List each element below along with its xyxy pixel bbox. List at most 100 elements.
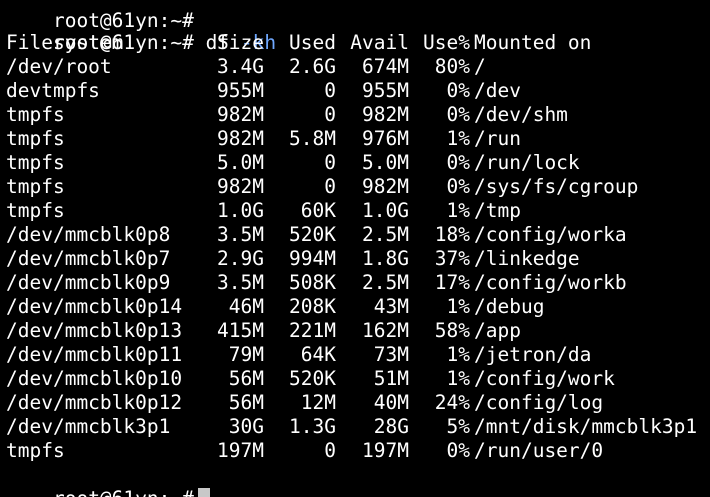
cell-size: 1.0G: [217, 199, 264, 222]
cell-used: 508K: [289, 271, 336, 294]
cell-filesystem: /dev/mmcblk0p9: [6, 271, 171, 294]
cell-filesystem: devtmpfs: [6, 79, 100, 102]
cell-used: 0: [324, 151, 336, 174]
cell-use-percent: 58%: [434, 319, 470, 342]
cell-filesystem: tmpfs: [6, 175, 65, 198]
cell-use-percent: 1%: [446, 127, 470, 150]
cell-filesystem: tmpfs: [6, 127, 65, 150]
cell-mounted-on: /mnt/disk/mmcblk3p1: [474, 415, 698, 438]
cell-size: 56M: [228, 391, 264, 414]
cell-avail: 1.8G: [362, 247, 409, 270]
cell-use-percent: 0%: [446, 79, 470, 102]
cell-avail: 28G: [373, 415, 409, 438]
cell-used: 5.8M: [289, 127, 336, 150]
cell-avail: 197M: [362, 439, 409, 462]
cell-used: 0: [324, 103, 336, 126]
cell-size: 3.5M: [217, 271, 264, 294]
cell-use-percent: 1%: [446, 199, 470, 222]
table-row: /dev/mmcblk0p14 46M 208K 43M 1%/debug: [6, 295, 706, 319]
table-row: /dev/mmcblk0p10 56M 520K 51M 1%/config/work: [6, 367, 706, 391]
cell-size: 3.4G: [217, 55, 264, 78]
header-mounted-on: Mounted on: [474, 31, 592, 54]
cell-avail: 955M: [362, 79, 409, 102]
cell-avail: 43M: [373, 295, 409, 318]
cell-size: 197M: [217, 439, 264, 462]
active-prompt-line[interactable]: root@61yn:~#: [6, 463, 210, 497]
cell-avail: 2.5M: [362, 223, 409, 246]
table-row: /dev/mmcblk0p7 2.9G 994M 1.8G 37%/linkedge: [6, 247, 706, 271]
cell-use-percent: 18%: [434, 223, 470, 246]
table-row: tmpfs 982M 0 982M 0%/dev/shm: [6, 103, 706, 127]
cell-used: 0: [324, 79, 336, 102]
cell-use-percent: 0%: [446, 151, 470, 174]
command-line: root@61yn:~# df -kh: [6, 7, 276, 54]
cell-filesystem: /dev/mmcblk0p12: [6, 391, 183, 414]
cell-size: 56M: [228, 367, 264, 390]
cell-mounted-on: /linkedge: [474, 247, 580, 270]
cell-used: 994M: [289, 247, 336, 270]
table-row: tmpfs 982M 5.8M 976M 1%/run: [6, 127, 706, 151]
cell-filesystem: tmpfs: [6, 151, 65, 174]
cell-filesystem: tmpfs: [6, 103, 65, 126]
table-row: tmpfs 197M 0 197M 0%/run/user/0: [6, 439, 706, 463]
table-header: Filesystem Size Used Avail Use% Mounted …: [6, 31, 706, 55]
cell-used: 520K: [289, 367, 336, 390]
cell-size: 955M: [217, 79, 264, 102]
cell-use-percent: 24%: [434, 391, 470, 414]
cell-size: 982M: [217, 103, 264, 126]
cell-use-percent: 1%: [446, 343, 470, 366]
header-avail: Avail: [350, 31, 409, 54]
table-row: /dev/mmcblk0p8 3.5M 520K 2.5M 18%/config/wor…: [6, 223, 706, 247]
table-row: tmpfs 5.0M 0 5.0M 0%/run/lock: [6, 151, 706, 175]
cell-mounted-on: /config/log: [474, 391, 604, 414]
cell-use-percent: 17%: [434, 271, 470, 294]
table-row: /dev/mmcblk0p11 79M 64K 73M 1%/jetron/da: [6, 343, 706, 367]
cell-use-percent: 0%: [446, 103, 470, 126]
table-row: /dev/mmcblk3p1 30G 1.3G 28G 5%/mnt/disk/mmcb…: [6, 415, 706, 439]
cell-avail: 674M: [362, 55, 409, 78]
cell-mounted-on: /run/lock: [474, 151, 580, 174]
cell-size: 3.5M: [217, 223, 264, 246]
cell-size: 30G: [228, 415, 264, 438]
shell-prompt: root@61yn:~#: [53, 487, 194, 497]
cell-filesystem: /dev/mmcblk0p13: [6, 319, 183, 342]
cell-size: 982M: [217, 175, 264, 198]
cell-avail: 982M: [362, 103, 409, 126]
cell-mounted-on: /run: [474, 127, 521, 150]
header-use-percent: Use%: [423, 31, 470, 54]
cell-avail: 982M: [362, 175, 409, 198]
cell-mounted-on: /config/work: [474, 367, 615, 390]
header-used: Used: [289, 31, 336, 54]
cell-filesystem: /dev/mmcblk0p8: [6, 223, 171, 246]
cell-used: 1.3G: [289, 415, 336, 438]
cell-use-percent: 5%: [446, 415, 470, 438]
table-row: /dev/mmcblk0p13 415M 221M 162M 58%/app: [6, 319, 706, 343]
cell-use-percent: 1%: [446, 295, 470, 318]
cell-avail: 976M: [362, 127, 409, 150]
cell-size: 982M: [217, 127, 264, 150]
header-filesystem: Filesystem: [6, 31, 124, 54]
cell-used: 520K: [289, 223, 336, 246]
cell-mounted-on: /: [474, 55, 486, 78]
cell-mounted-on: /app: [474, 319, 521, 342]
cell-used: 221M: [289, 319, 336, 342]
table-row: /dev/mmcblk0p12 56M 12M 40M 24%/config/log: [6, 391, 706, 415]
cell-use-percent: 0%: [446, 175, 470, 198]
cell-mounted-on: /debug: [474, 295, 545, 318]
terminal-window[interactable]: root@61yn:~# root@61yn:~# df -kh Filesys…: [0, 0, 710, 497]
cell-mounted-on: /tmp: [474, 199, 521, 222]
cell-filesystem: /dev/mmcblk0p7: [6, 247, 171, 270]
cell-filesystem: /dev/root: [6, 55, 112, 78]
cell-mounted-on: /sys/fs/cgroup: [474, 175, 639, 198]
cell-used: 60K: [300, 199, 336, 222]
cell-avail: 1.0G: [362, 199, 409, 222]
table-row: /dev/mmcblk0p9 3.5M 508K 2.5M 17%/config/wor…: [6, 271, 706, 295]
cell-avail: 5.0M: [362, 151, 409, 174]
cell-mounted-on: /run/user/0: [474, 439, 604, 462]
cell-filesystem: /dev/mmcblk3p1: [6, 415, 171, 438]
cell-used: 0: [324, 175, 336, 198]
cell-used: 64K: [300, 343, 336, 366]
cell-mounted-on: /dev: [474, 79, 521, 102]
cell-avail: 73M: [373, 343, 409, 366]
cell-avail: 51M: [373, 367, 409, 390]
